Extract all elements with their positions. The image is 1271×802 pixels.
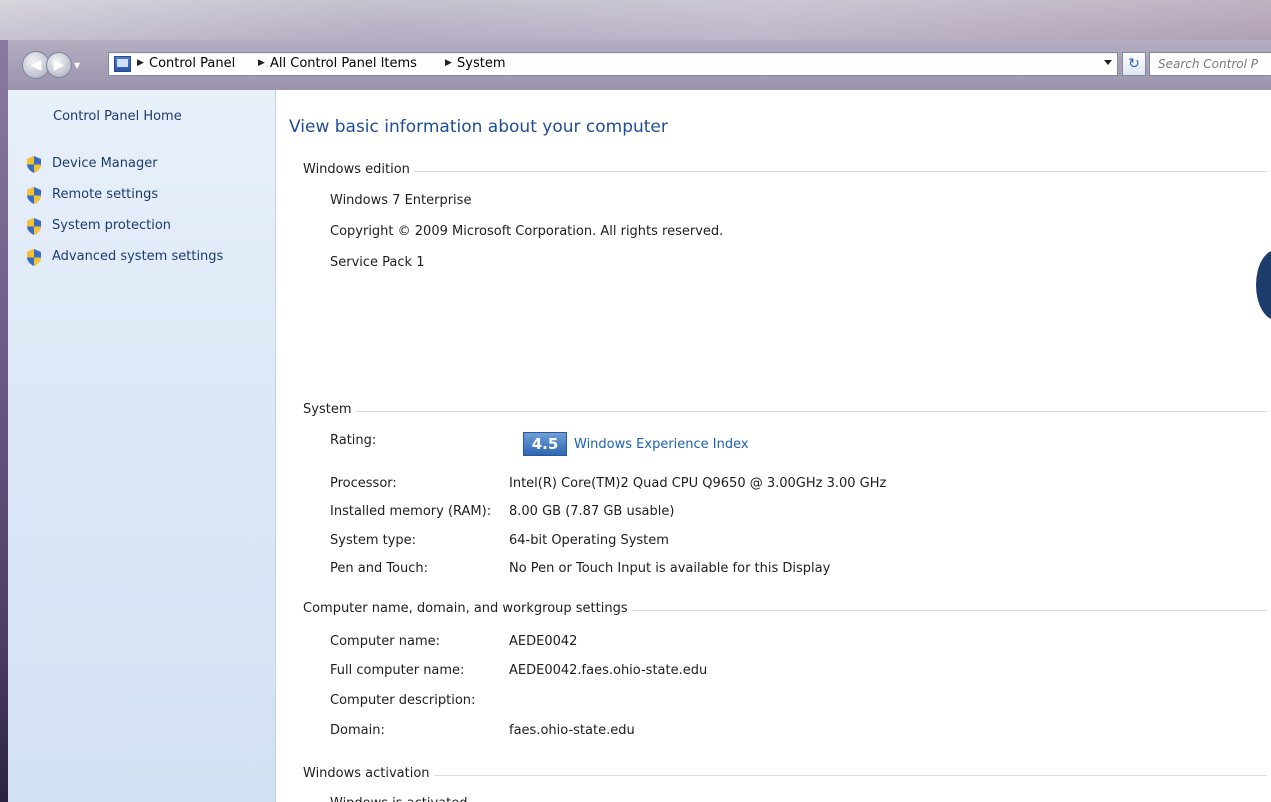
computer-name-value: AEDE0042 — [509, 634, 578, 649]
section-heading: Windows activation — [303, 766, 434, 781]
section-heading: System — [303, 402, 356, 417]
breadcrumb-separator-icon[interactable]: ▶ — [258, 58, 265, 68]
uac-shield-icon — [27, 156, 41, 173]
section-heading: Windows edition — [303, 162, 414, 177]
section-divider — [303, 411, 1267, 412]
recent-pages-dropdown[interactable]: ▼ — [74, 62, 82, 70]
navigation-bar: ◀ ▶ ▼ ▶ Control Panel ▶ All Control Pane… — [8, 42, 1271, 88]
section-windows-activation: Windows activation — [303, 766, 1271, 784]
service-pack-text: Service Pack 1 — [330, 255, 425, 270]
copyright-text: Copyright © 2009 Microsoft Corporation. … — [330, 224, 724, 239]
main-content: View basic information about your comput… — [276, 90, 1271, 802]
sidebar-item-label: Remote settings — [52, 187, 159, 202]
domain-value: faes.ohio-state.edu — [509, 723, 635, 738]
section-divider — [303, 171, 1267, 172]
window-left-border — [0, 40, 8, 802]
address-dropdown-icon[interactable] — [1104, 60, 1112, 65]
forward-button[interactable]: ▶ — [46, 52, 72, 78]
rating-label: Rating: — [330, 433, 377, 448]
activation-status: Windows is activated — [330, 796, 468, 802]
processor-label: Processor: — [330, 476, 397, 491]
section-divider — [303, 775, 1267, 776]
sidebar-item-label: Device Manager — [52, 156, 158, 171]
search-box[interactable] — [1149, 52, 1271, 76]
breadcrumb-system[interactable]: System — [457, 56, 505, 71]
full-computer-name-value: AEDE0042.faes.ohio-state.edu — [509, 663, 708, 678]
pen-touch-value: No Pen or Touch Input is available for t… — [509, 561, 831, 576]
page-title: View basic information about your comput… — [289, 117, 668, 137]
memory-label: Installed memory (RAM): — [330, 504, 492, 519]
search-input[interactable] — [1158, 54, 1271, 74]
section-computer-name: Computer name, domain, and workgroup set… — [303, 601, 1271, 619]
windows-experience-index-link[interactable]: Windows Experience Index — [574, 437, 749, 452]
section-system: System — [303, 402, 1271, 420]
breadcrumb-all-items[interactable]: All Control Panel Items — [270, 56, 417, 71]
memory-value: 8.00 GB (7.87 GB usable) — [509, 504, 675, 519]
uac-shield-icon — [27, 218, 41, 235]
rating-score-badge[interactable]: 4.5 — [523, 432, 567, 456]
breadcrumb-separator-icon[interactable]: ▶ — [137, 58, 144, 68]
computer-name-label: Computer name: — [330, 634, 441, 649]
windows-logo — [1256, 250, 1271, 320]
windows-edition-name: Windows 7 Enterprise — [330, 193, 472, 208]
section-heading: Computer name, domain, and workgroup set… — [303, 601, 632, 616]
domain-label: Domain: — [330, 723, 385, 738]
full-computer-name-label: Full computer name: — [330, 663, 465, 678]
control-panel-icon — [114, 56, 131, 72]
address-bar[interactable]: ▶ Control Panel ▶ All Control Panel Item… — [108, 52, 1118, 76]
sidebar-item-label: System protection — [52, 218, 172, 233]
section-windows-edition: Windows edition — [303, 162, 1271, 180]
breadcrumb-separator-icon[interactable]: ▶ — [445, 58, 452, 68]
pen-touch-label: Pen and Touch: — [330, 561, 429, 576]
sidebar-item-label: Advanced system settings — [52, 249, 224, 264]
uac-shield-icon — [27, 249, 41, 266]
breadcrumb-control-panel[interactable]: Control Panel — [149, 56, 235, 71]
refresh-button[interactable]: ↻ — [1122, 52, 1146, 76]
uac-shield-icon — [27, 187, 41, 204]
control-panel-home-link[interactable]: Control Panel Home — [53, 109, 182, 124]
system-type-value: 64-bit Operating System — [509, 533, 669, 548]
task-pane: Control Panel Home Device Manager Remote… — [8, 90, 276, 802]
computer-description-label: Computer description: — [330, 693, 476, 708]
system-type-label: System type: — [330, 533, 417, 548]
processor-value: Intel(R) Core(TM)2 Quad CPU Q9650 @ 3.00… — [509, 476, 887, 491]
